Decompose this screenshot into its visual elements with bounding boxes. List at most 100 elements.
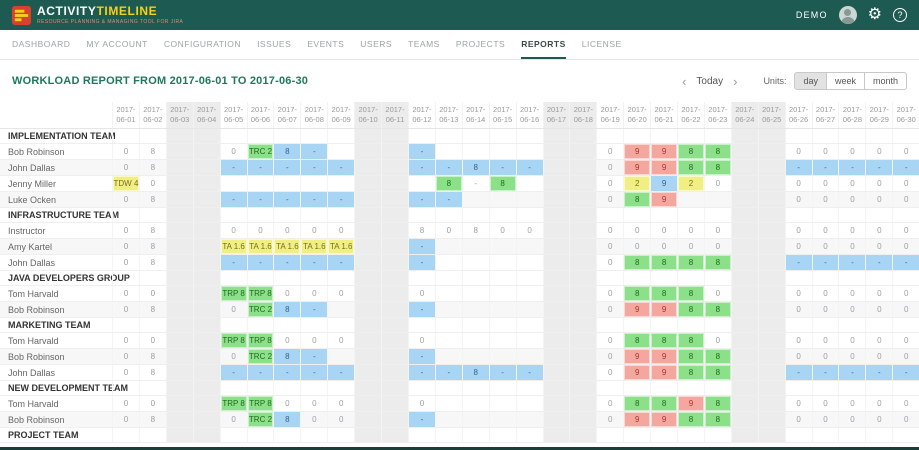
grid-cell [381, 381, 408, 395]
workload-cell [193, 286, 220, 301]
workload-cell [569, 412, 596, 427]
workload-cell: 0 [892, 223, 919, 238]
grid-cell [112, 318, 139, 332]
grid-cell [812, 208, 839, 222]
date-column-header: 2017-06-29 [865, 102, 892, 128]
grid-cell [354, 129, 381, 143]
workload-cell [327, 144, 354, 159]
team-name: INFRASTRUCTURE TEAM [0, 208, 112, 222]
prev-period-button[interactable]: ‹ [680, 75, 688, 88]
logo[interactable]: ACTIVITYTIMELINE RESOURCE PLANNING & MAN… [12, 5, 183, 25]
nav-item-events[interactable]: EVENTS [307, 30, 344, 59]
workload-cell: 0 [112, 223, 139, 238]
workload-cell [489, 302, 516, 317]
workload-cell: 0 [273, 286, 300, 301]
grid-cell [569, 271, 596, 285]
workload-cell: - [516, 160, 543, 175]
grid-cell [758, 129, 785, 143]
nav-item-reports[interactable]: REPORTS [521, 30, 566, 59]
workload-cell: 0 [892, 302, 919, 317]
nav-item-dashboard[interactable]: DASHBOARD [12, 30, 70, 59]
workload-cell [381, 302, 408, 317]
unit-day-button[interactable]: day [794, 72, 827, 90]
workload-cell: 2 [677, 176, 704, 191]
workload-cell: 0 [327, 396, 354, 411]
workload-cell: 0 [838, 239, 865, 254]
team-row: JAVA DEVELOPERS GROUP [0, 271, 919, 286]
workload-cell [435, 302, 462, 317]
grid-cell [462, 428, 489, 442]
workload-cell [543, 412, 570, 427]
grid-cell [462, 208, 489, 222]
workload-cell: - [865, 365, 892, 380]
help-icon[interactable]: ? [893, 8, 907, 22]
workload-cell [166, 349, 193, 364]
workload-cell [220, 176, 247, 191]
workload-cell: 0 [892, 396, 919, 411]
grid-cell [731, 271, 758, 285]
workload-cell: 8 [408, 223, 435, 238]
avatar[interactable] [839, 6, 857, 24]
nav-item-issues[interactable]: ISSUES [257, 30, 291, 59]
nav-item-projects[interactable]: PROJECTS [456, 30, 505, 59]
unit-week-button[interactable]: week [826, 72, 865, 90]
date-column-header: 2017-06-10 [354, 102, 381, 128]
workload-cell: 8 [139, 192, 166, 207]
grid-cell [704, 318, 731, 332]
nav-item-users[interactable]: USERS [360, 30, 392, 59]
workload-cell: 8 [273, 412, 300, 427]
workload-cell: - [220, 365, 247, 380]
workload-cell [731, 286, 758, 301]
workload-cell [381, 160, 408, 175]
workload-cell [489, 192, 516, 207]
workload-cell [354, 365, 381, 380]
member-row: Bob Robinson080TRC 2800-0998800000 [0, 412, 919, 428]
workload-cell: 0 [704, 176, 731, 191]
nav-item-my-account[interactable]: MY ACCOUNT [86, 30, 148, 59]
workload-cell: 8 [462, 160, 489, 175]
workload-cell [569, 349, 596, 364]
nav-item-license[interactable]: LICENSE [582, 30, 622, 59]
workload-cell [193, 365, 220, 380]
workload-cell: 8 [623, 333, 650, 348]
workload-cell [569, 176, 596, 191]
workload-cell: 0 [327, 223, 354, 238]
nav-item-teams[interactable]: TEAMS [408, 30, 440, 59]
workload-cell [569, 160, 596, 175]
workload-cell: 0 [892, 239, 919, 254]
grid-header: 2017-06-012017-06-022017-06-032017-06-04… [0, 102, 919, 129]
workload-cell [354, 286, 381, 301]
gear-icon[interactable]: ⚙ [868, 7, 882, 23]
brand-activity: ACTIVITY [37, 4, 96, 18]
workload-cell [489, 255, 516, 270]
workload-cell [569, 365, 596, 380]
workload-cell [569, 286, 596, 301]
workload-cell [166, 223, 193, 238]
workload-cell [193, 176, 220, 191]
workload-cell: 0 [785, 302, 812, 317]
next-period-button[interactable]: › [731, 75, 739, 88]
grid-cell [435, 208, 462, 222]
workload-cell [193, 349, 220, 364]
grid-cell [139, 381, 166, 395]
workload-cell [381, 239, 408, 254]
workload-cell [354, 333, 381, 348]
workload-cell [543, 333, 570, 348]
grid-cell [569, 428, 596, 442]
unit-month-button[interactable]: month [864, 72, 907, 90]
today-button[interactable]: Today [696, 76, 723, 87]
workload-cell: - [489, 365, 516, 380]
workload-cell: 0 [812, 223, 839, 238]
grid-cell [731, 381, 758, 395]
workload-cell [543, 223, 570, 238]
workload-cell: 9 [623, 160, 650, 175]
grid-cell [650, 208, 677, 222]
workload-cell: 0 [596, 239, 623, 254]
workload-cell [758, 160, 785, 175]
workload-cell [758, 302, 785, 317]
grid-cell [408, 208, 435, 222]
workload-cell: 0 [892, 349, 919, 364]
nav-item-configuration[interactable]: CONFIGURATION [164, 30, 241, 59]
grid-cell [300, 381, 327, 395]
page-title: WORKLOAD REPORT FROM 2017-06-01 TO 2017-… [12, 75, 308, 87]
